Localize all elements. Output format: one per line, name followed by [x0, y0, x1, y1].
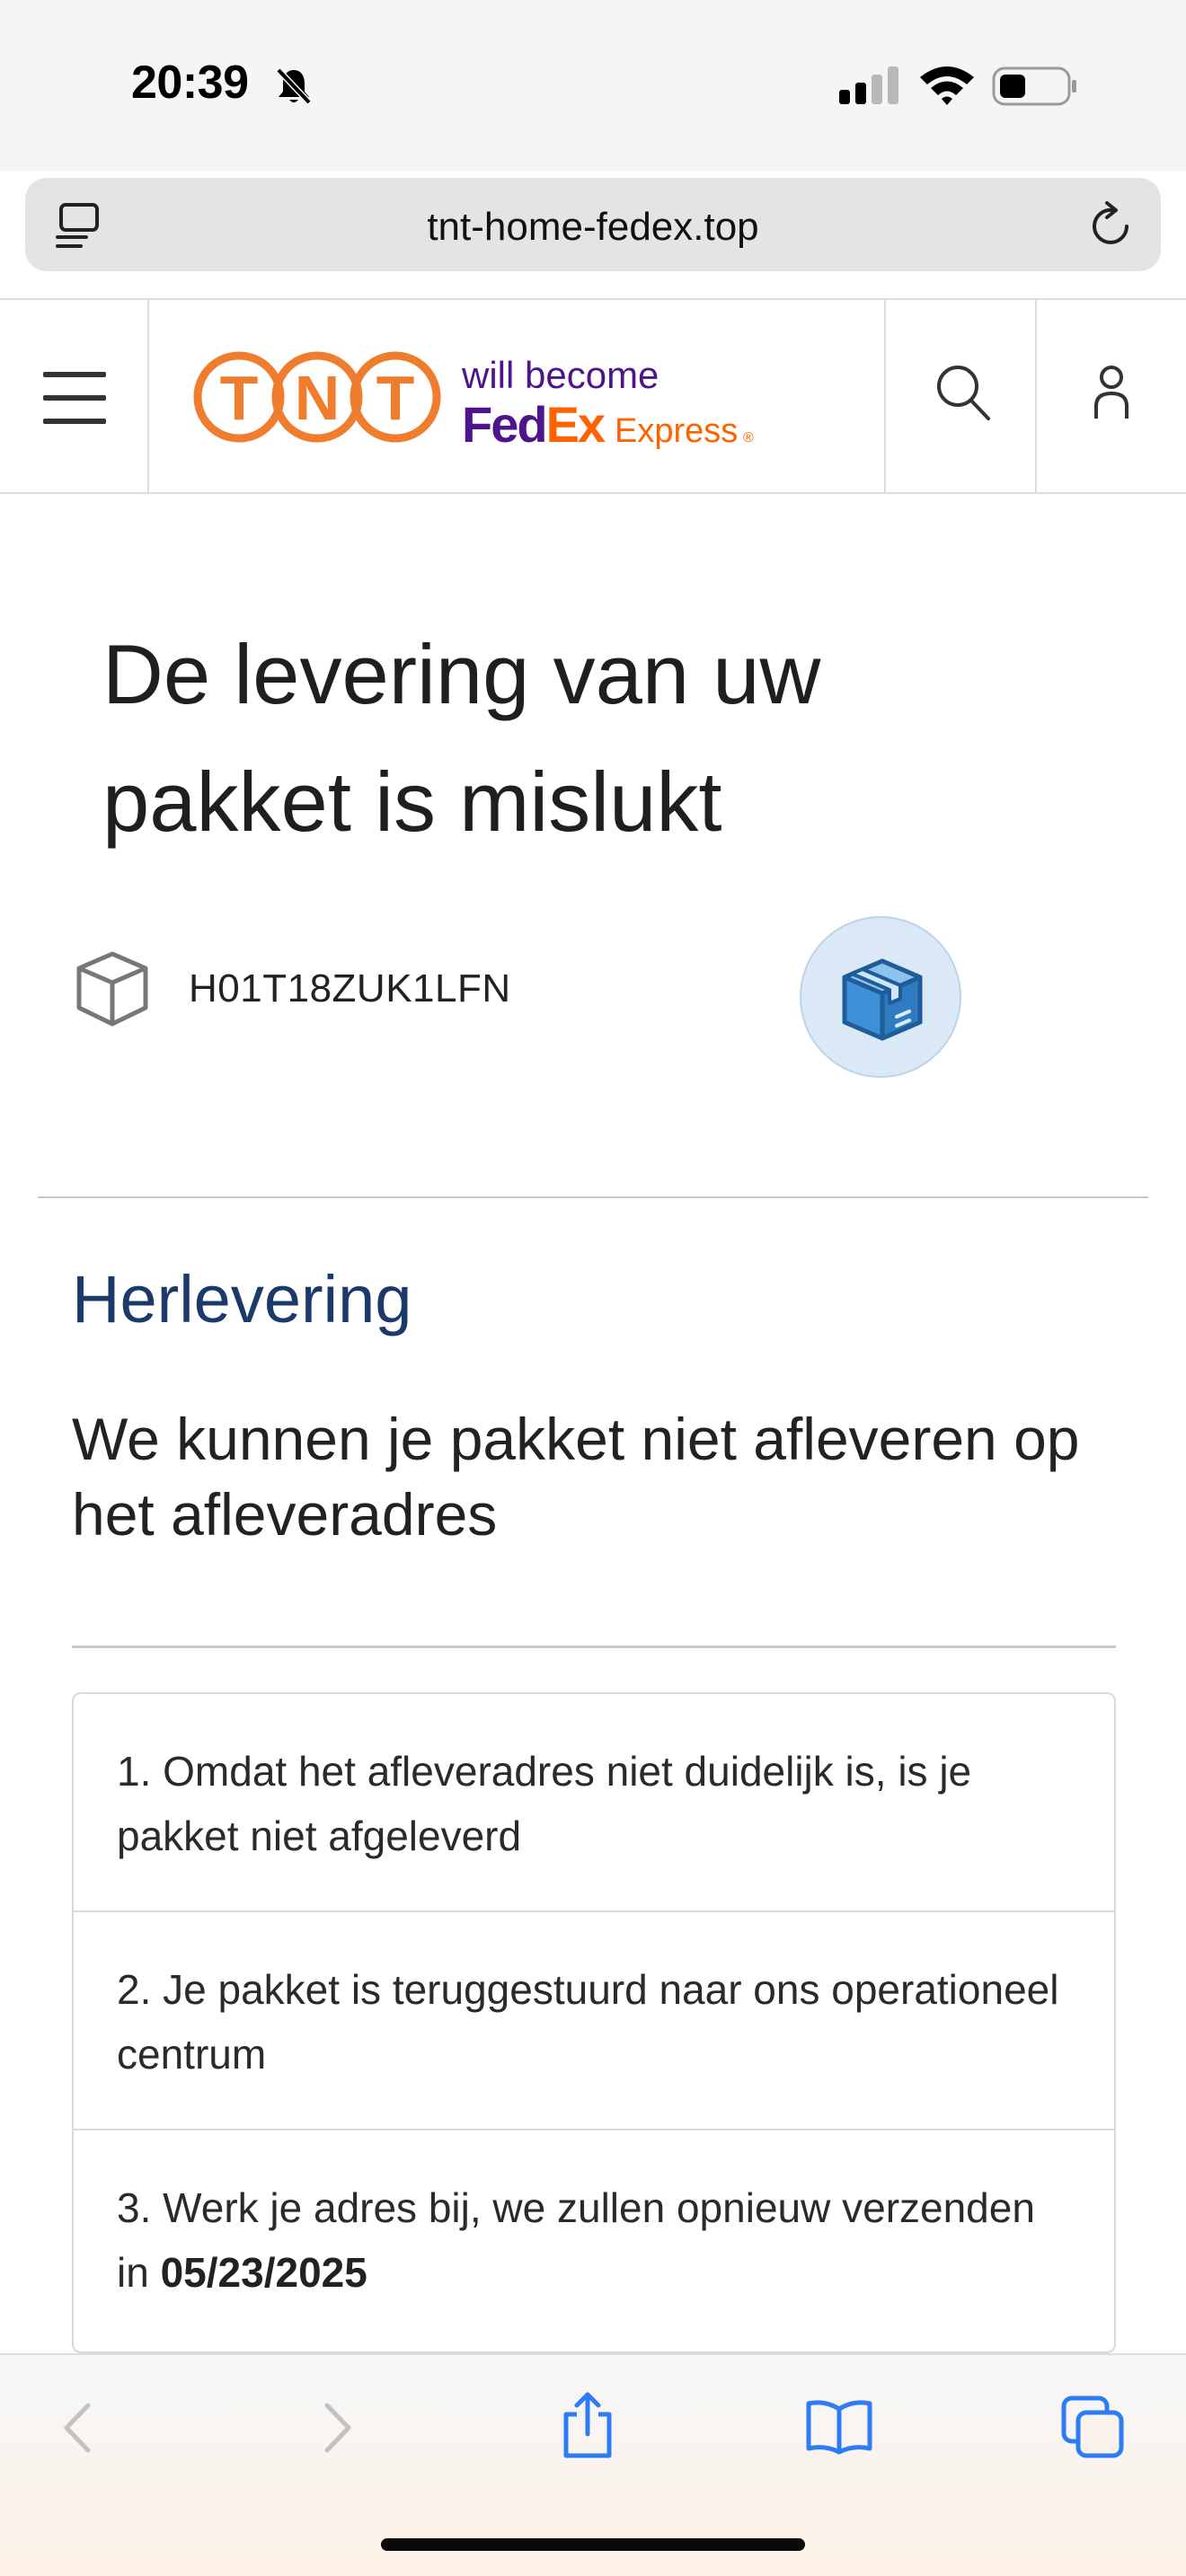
cellular-signal-icon — [839, 66, 898, 104]
redelivery-date: 05/23/2025 — [160, 2249, 367, 2296]
fedex-fed: Fed — [462, 396, 546, 453]
url-text[interactable]: tnt-home-fedex.top — [25, 205, 1161, 250]
section-subheading: We kunnen je pakket niet afleveren op he… — [72, 1406, 1080, 1548]
user-account-button[interactable] — [1037, 300, 1186, 494]
address-bar[interactable]: tnt-home-fedex.top — [25, 178, 1161, 271]
hamburger-menu-icon — [43, 372, 106, 442]
package-outline-icon — [76, 951, 148, 1027]
step-item-3: 3. Werk je adres bij, we zullen opnieuw … — [74, 2130, 1114, 2351]
section-heading: Herlevering — [72, 1262, 412, 1337]
step-item-1: 1. Omdat het afleveradres niet duidelijk… — [74, 1694, 1114, 1912]
bell-slash-icon — [276, 67, 312, 105]
tnt-fedex-logo[interactable]: T N T will become FedEx Express ® — [192, 340, 776, 461]
subheading-divider — [72, 1645, 1116, 1648]
fedex-express: Express — [615, 412, 738, 450]
battery-icon — [992, 66, 1076, 106]
forward-icon[interactable] — [318, 2398, 358, 2457]
steps-list: 1. Omdat het afleveradres niet duidelijk… — [72, 1692, 1116, 2353]
registered-mark: ® — [743, 430, 754, 446]
fedex-ex: Ex — [546, 396, 606, 453]
status-time: 20:39 — [131, 57, 249, 109]
share-icon[interactable] — [559, 2391, 616, 2459]
package-box-icon — [842, 958, 923, 1041]
logo-tagline: will become — [461, 354, 659, 396]
back-icon[interactable] — [58, 2398, 97, 2457]
step-item-2: 2. Je pakket is teruggestuurd naar ons o… — [74, 1912, 1114, 2130]
tracking-number: H01T18ZUK1LFN — [189, 966, 511, 1010]
hamburger-menu-button[interactable] — [0, 300, 149, 494]
tabs-icon[interactable] — [1060, 2395, 1125, 2459]
section-divider — [38, 1196, 1148, 1198]
home-indicator — [381, 2538, 805, 2551]
tnt-letter-t2: T — [376, 363, 415, 433]
tnt-logo-graphic: T N T will become FedEx Express ® — [193, 351, 754, 453]
bookmarks-icon[interactable] — [805, 2398, 873, 2456]
status-bar: 20:39 — [0, 0, 1186, 171]
reload-icon[interactable] — [1087, 199, 1136, 250]
search-icon — [937, 366, 990, 420]
step-text: 1. Omdat het afleveradres niet duidelijk… — [117, 1748, 972, 1859]
page-title: De levering van uw pakket is mislukt — [102, 627, 821, 849]
tnt-letter-t1: T — [220, 363, 259, 433]
package-badge — [800, 916, 961, 1078]
site-header: T N T will become FedEx Express ® — [0, 298, 1186, 494]
search-button[interactable] — [884, 300, 1037, 494]
user-icon — [1094, 366, 1128, 419]
tnt-letter-n: N — [295, 363, 341, 433]
wifi-icon — [920, 66, 974, 105]
step-text: 2. Je pakket is teruggestuurd naar ons o… — [117, 1966, 1059, 2078]
svg-text:FedEx: FedEx — [462, 396, 606, 453]
